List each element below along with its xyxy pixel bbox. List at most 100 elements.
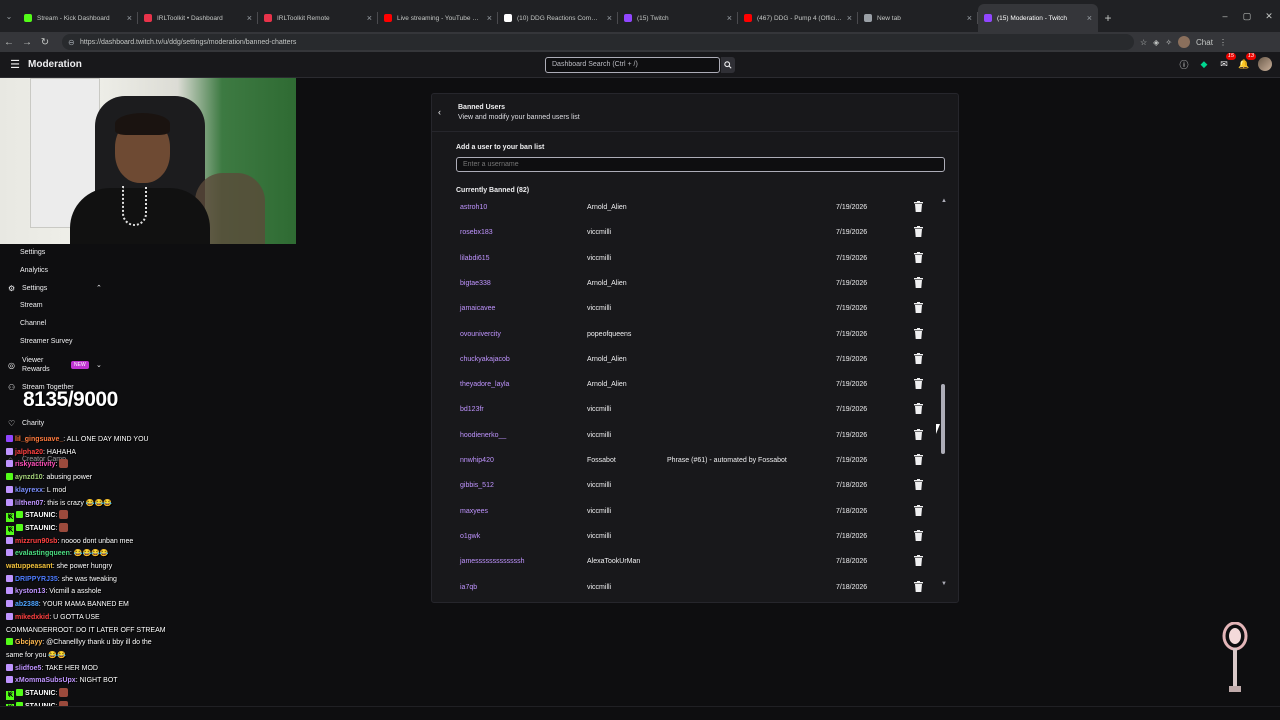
chat-username[interactable]: evalastingqueen [15,550,70,557]
tab-close-icon[interactable]: × [967,13,972,23]
banned-username[interactable]: maxyees [460,508,488,515]
help-icon[interactable]: ⓘ [1178,58,1190,70]
puzzle-icon[interactable]: ✧ [1165,38,1172,47]
chat-username[interactable]: xMommaSubsUpx [15,677,76,684]
banned-by-moderator[interactable]: popeofqueens [587,331,631,338]
close-window-icon[interactable]: ✕ [1258,0,1280,32]
sidebar-item-channel[interactable]: Channel [20,320,46,327]
tab-search-icon[interactable]: ⌄ [0,0,18,32]
scroll-up-arrow-icon[interactable]: ▲ [941,198,947,204]
browser-menu-icon[interactable]: ⋮ [1219,38,1227,47]
trash-icon[interactable] [914,226,923,238]
tab-close-icon[interactable]: × [247,13,252,23]
tab-close-icon[interactable]: × [127,13,132,23]
browser-tab[interactable]: Stream - Kick Dashboard × [18,4,138,32]
notifications-icon[interactable]: ✉ 15 [1218,53,1236,70]
trash-icon[interactable] [914,276,923,288]
banned-by-moderator[interactable]: viccmilli [587,305,611,312]
bookmark-star-icon[interactable]: ☆ [1140,38,1147,47]
ban-username-input[interactable] [456,157,945,172]
chat-username[interactable]: jalpha20 [15,449,43,456]
banned-by-moderator[interactable]: Arnold_Alien [587,356,627,363]
browser-tab[interactable]: (15) Twitch × [618,4,738,32]
chat-username[interactable]: Gbcjayy [15,639,42,646]
dashboard-search-input[interactable]: Dashboard Search (Ctrl + /) [545,57,720,73]
chat-username[interactable]: STAUNIC [25,525,56,532]
chat-username[interactable]: DRIPPYRJ35 [15,576,58,583]
banned-username[interactable]: o1gwk [460,533,480,540]
trash-icon[interactable] [914,504,923,516]
user-avatar[interactable] [1258,57,1272,71]
sidebar-item-viewer-rewards[interactable]: ◎ Viewer Rewards [8,356,50,374]
banned-username[interactable]: ia7qb [460,584,477,591]
trash-icon[interactable] [914,378,923,390]
chat-username[interactable]: STAUNIC [25,690,56,697]
browser-tab[interactable]: (467) DDG - Pump 4 (Official Mus... × [738,4,858,32]
trash-icon[interactable] [914,454,923,465]
banned-by-moderator[interactable]: Arnold_Alien [587,381,627,388]
back-arrow-icon[interactable]: ← [0,37,18,48]
browser-tab[interactable]: New tab × [858,4,978,32]
sidebar-item-analytics[interactable]: Analytics [20,267,48,274]
chat-username[interactable]: slidfoe5 [15,665,41,672]
banned-username[interactable]: hoodienerko__ [460,432,506,439]
search-button[interactable] [721,57,735,73]
extension-icon[interactable]: ◈ [1153,38,1159,47]
chat-username[interactable]: aynzd10 [15,474,43,481]
banned-by-moderator[interactable]: viccmilli [587,508,611,515]
forward-arrow-icon[interactable]: → [18,37,36,48]
banned-by-moderator[interactable]: viccmilli [587,584,611,591]
banned-by-moderator[interactable]: viccmilli [587,406,611,413]
scroll-down-arrow-icon[interactable]: ▼ [941,581,947,587]
sidebar-item-charity[interactable]: ♡ Charity [8,419,44,428]
tab-close-icon[interactable]: × [727,13,732,23]
banned-by-moderator[interactable]: Arnold_Alien [587,204,627,211]
browser-tab[interactable]: Live streaming - YouTube Studio × [378,4,498,32]
trash-icon[interactable] [914,302,923,314]
sidebar-item-settings[interactable]: ⚙ Settings [8,284,47,293]
chevron-left-icon[interactable]: ‹ [438,107,441,117]
banned-username[interactable]: bigtae338 [460,280,491,287]
chat-username[interactable]: mikedxkid [15,614,49,621]
bits-icon[interactable]: ◆ [1198,58,1210,70]
browser-tab[interactable]: (10) DDG Reactions Community / X × [498,4,618,32]
banned-username[interactable]: ovounivercity [460,331,501,338]
new-tab-button[interactable]: + [1098,4,1118,32]
banned-by-moderator[interactable]: Fossabot [587,457,616,464]
browser-tab[interactable]: IRLToolkit Remote × [258,4,378,32]
banned-username[interactable]: gibbis_512 [460,482,494,489]
trash-icon[interactable] [914,580,923,592]
chat-username[interactable]: ab2388 [15,601,39,608]
tab-close-icon[interactable]: × [1087,13,1092,23]
chat-username[interactable]: lilthen07 [15,500,43,507]
trash-icon[interactable] [914,403,923,415]
profile-avatar[interactable] [1178,36,1191,48]
banned-username[interactable]: bd123fr [460,406,484,413]
banned-by-moderator[interactable]: Arnold_Alien [587,280,627,287]
trash-icon[interactable] [914,327,923,339]
banned-username[interactable]: jamaicavee [460,305,495,312]
hamburger-menu-icon[interactable]: ☰ [8,58,22,72]
chat-username[interactable]: mizzrun90sb [15,538,57,545]
trash-icon[interactable] [914,529,923,541]
banned-username[interactable]: theyadore_layla [460,381,509,388]
reload-icon[interactable]: ↻ [36,37,54,48]
trash-icon[interactable] [914,428,923,440]
scrollbar-thumb[interactable] [941,384,945,454]
banned-by-moderator[interactable]: viccmilli [587,432,611,439]
browser-tab[interactable]: IRLToolkit • Dashboard × [138,4,258,32]
url-field[interactable]: https://dashboard.twitch.tv/u/ddg/settin… [62,34,1134,50]
trash-icon[interactable] [914,201,923,212]
browser-tab[interactable]: (15) Moderation - Twitch × [978,4,1098,32]
banned-by-moderator[interactable]: AlexaTookUrMan [587,558,640,565]
banned-username[interactable]: rosebx183 [460,229,493,236]
banned-username[interactable]: nnwhip420 [460,457,494,464]
sidebar-item-stream[interactable]: Stream [20,302,43,309]
banned-username[interactable]: jamesssssssssssssh [460,558,525,565]
tab-close-icon[interactable]: × [487,13,492,23]
chat-username[interactable]: kyston13 [15,588,45,595]
minimize-icon[interactable]: – [1214,0,1236,32]
tab-close-icon[interactable]: × [367,13,372,23]
banned-by-moderator[interactable]: viccmilli [587,533,611,540]
chat-username[interactable]: STAUNIC [25,512,56,519]
